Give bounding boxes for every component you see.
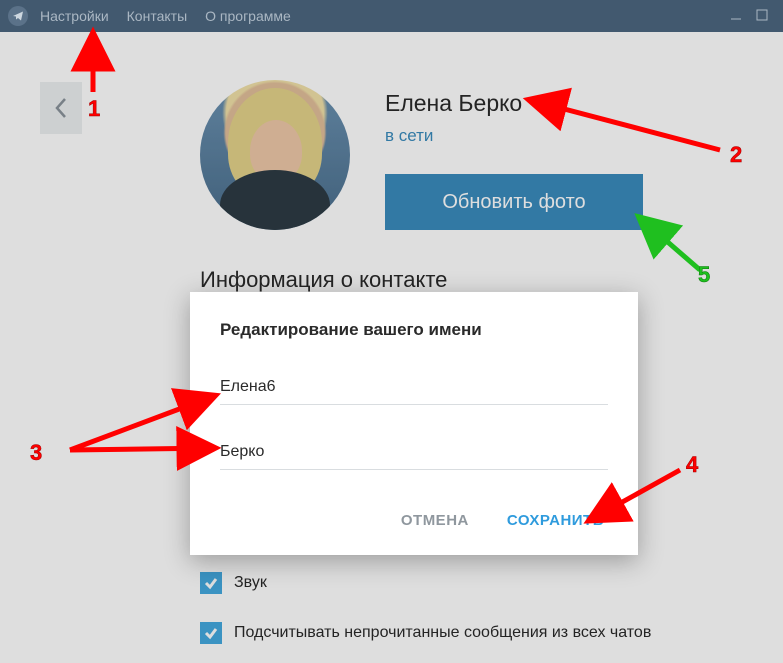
maximize-icon[interactable] xyxy=(749,8,775,25)
app-logo-icon xyxy=(8,6,28,26)
last-name-input[interactable] xyxy=(220,439,608,470)
menu-about[interactable]: О программе xyxy=(205,8,291,24)
content-area: Елена Берко в сети Обновить фото Информа… xyxy=(0,32,783,663)
cancel-button[interactable]: ОТМЕНА xyxy=(397,504,473,537)
titlebar: Настройки Контакты О программе xyxy=(0,0,783,32)
save-button[interactable]: СОХРАНИТЬ xyxy=(503,504,608,537)
dialog-actions: ОТМЕНА СОХРАНИТЬ xyxy=(220,504,608,537)
menu-contacts[interactable]: Контакты xyxy=(127,8,187,24)
dialog-title: Редактирование вашего имени xyxy=(220,320,608,340)
menu-settings[interactable]: Настройки xyxy=(40,8,109,24)
minimize-icon[interactable] xyxy=(723,8,749,25)
edit-name-dialog: Редактирование вашего имени ОТМЕНА СОХРА… xyxy=(190,292,638,555)
first-name-input[interactable] xyxy=(220,374,608,405)
